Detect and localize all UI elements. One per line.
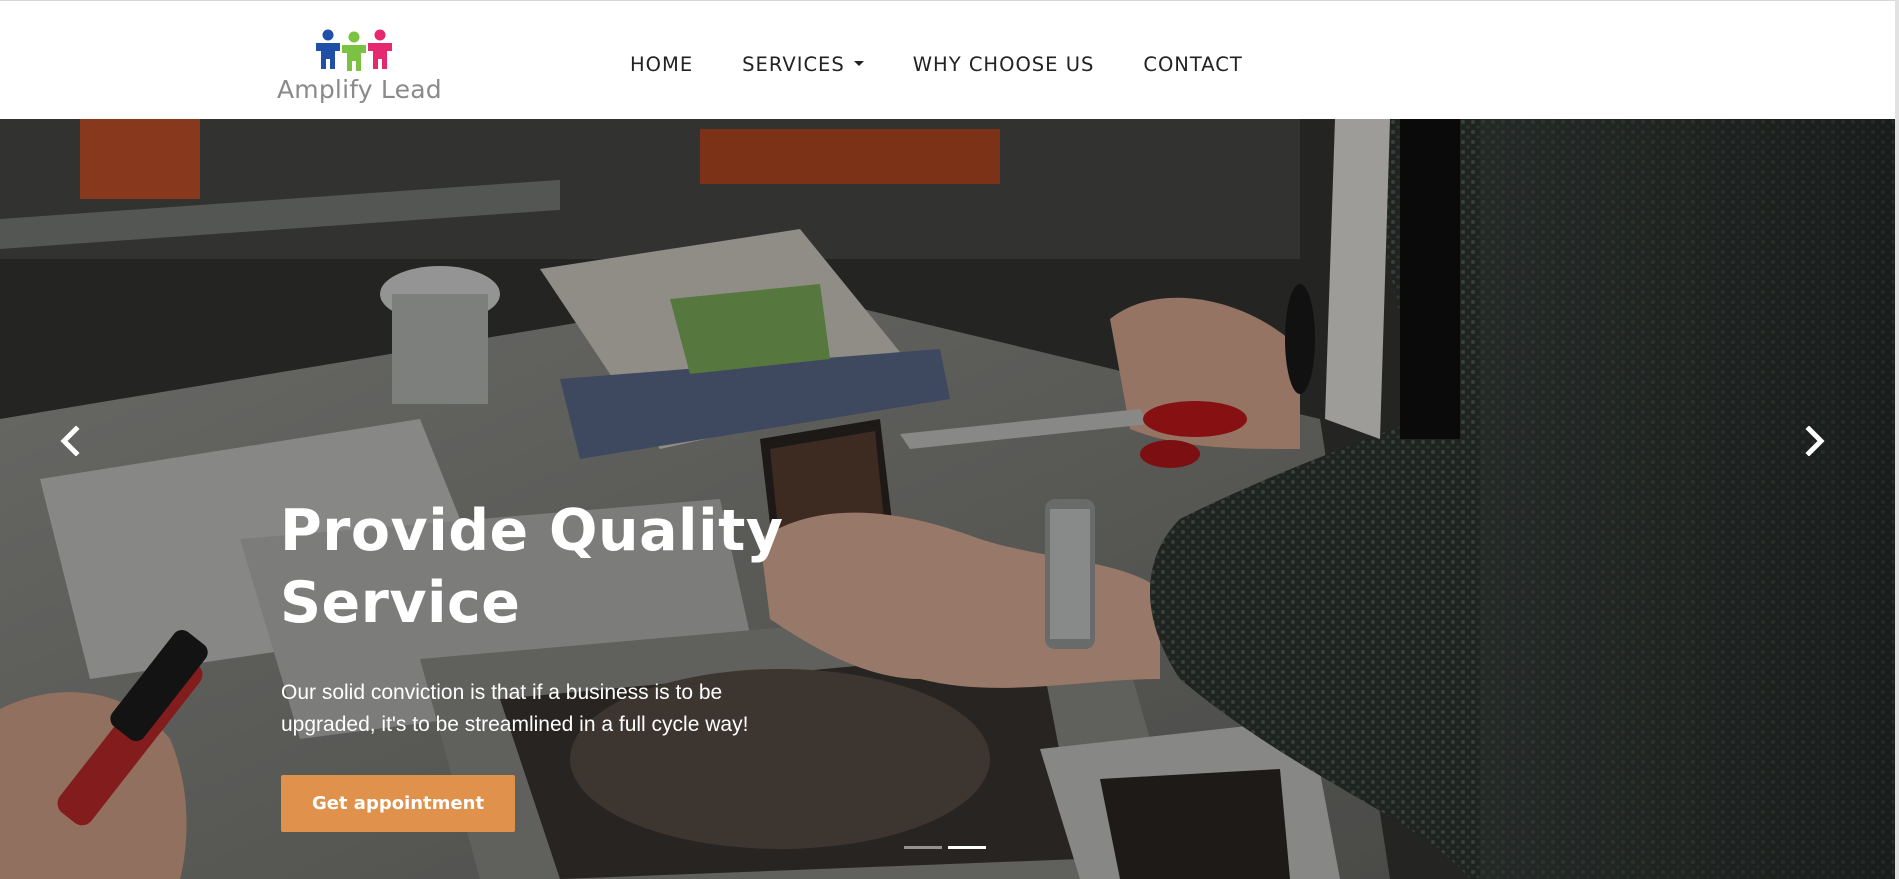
get-appointment-button[interactable]: Get appointment [281,775,515,832]
carousel-indicator-2[interactable] [948,846,986,849]
carousel-indicator-1[interactable] [904,846,942,849]
hero-subtitle-line: upgraded, it's to be streamlined in a fu… [281,713,749,736]
nav-item-label: WHY CHOOSE US [912,53,1095,76]
nav-item-home[interactable]: HOME [630,53,693,77]
hero-subtitle-line: Our solid conviction is that if a busine… [281,681,723,704]
site-header: Amplify Lead HOME SERVICES WHY CHOOSE US… [0,0,1899,119]
logo-wordmark: Amplify Lead [277,75,442,104]
nav-item-label: HOME [630,53,694,76]
puzzle-people-logo-icon [316,29,392,71]
nav-item-services[interactable]: SERVICES [742,53,864,77]
page-scrollbar[interactable] [1895,0,1899,879]
hero-title-line: Service [280,570,521,636]
nav-item-label: CONTACT [1143,53,1243,76]
chevron-right-icon [1805,426,1825,456]
hero-title: Provide Quality Service [280,495,900,639]
carousel-indicators [904,846,992,849]
carousel-prev-button[interactable] [50,421,90,461]
logo-link[interactable]: Amplify Lead [275,27,442,109]
caret-down-icon [853,61,864,66]
hero-subtitle: Our solid conviction is that if a busine… [281,677,801,741]
chevron-left-icon [60,426,80,456]
hero-title-line: Provide Quality [280,498,784,564]
hero-carousel: Provide Quality Service Our solid convic… [0,119,1899,879]
nav-item-why-choose-us[interactable]: WHY CHOOSE US [913,53,1095,77]
carousel-next-button[interactable] [1795,421,1835,461]
main-nav: HOME SERVICES WHY CHOOSE US CONTACT [630,53,1292,77]
page: Amplify Lead HOME SERVICES WHY CHOOSE US… [0,0,1899,879]
nav-item-label: SERVICES [742,53,845,76]
nav-item-contact[interactable]: CONTACT [1143,53,1242,77]
